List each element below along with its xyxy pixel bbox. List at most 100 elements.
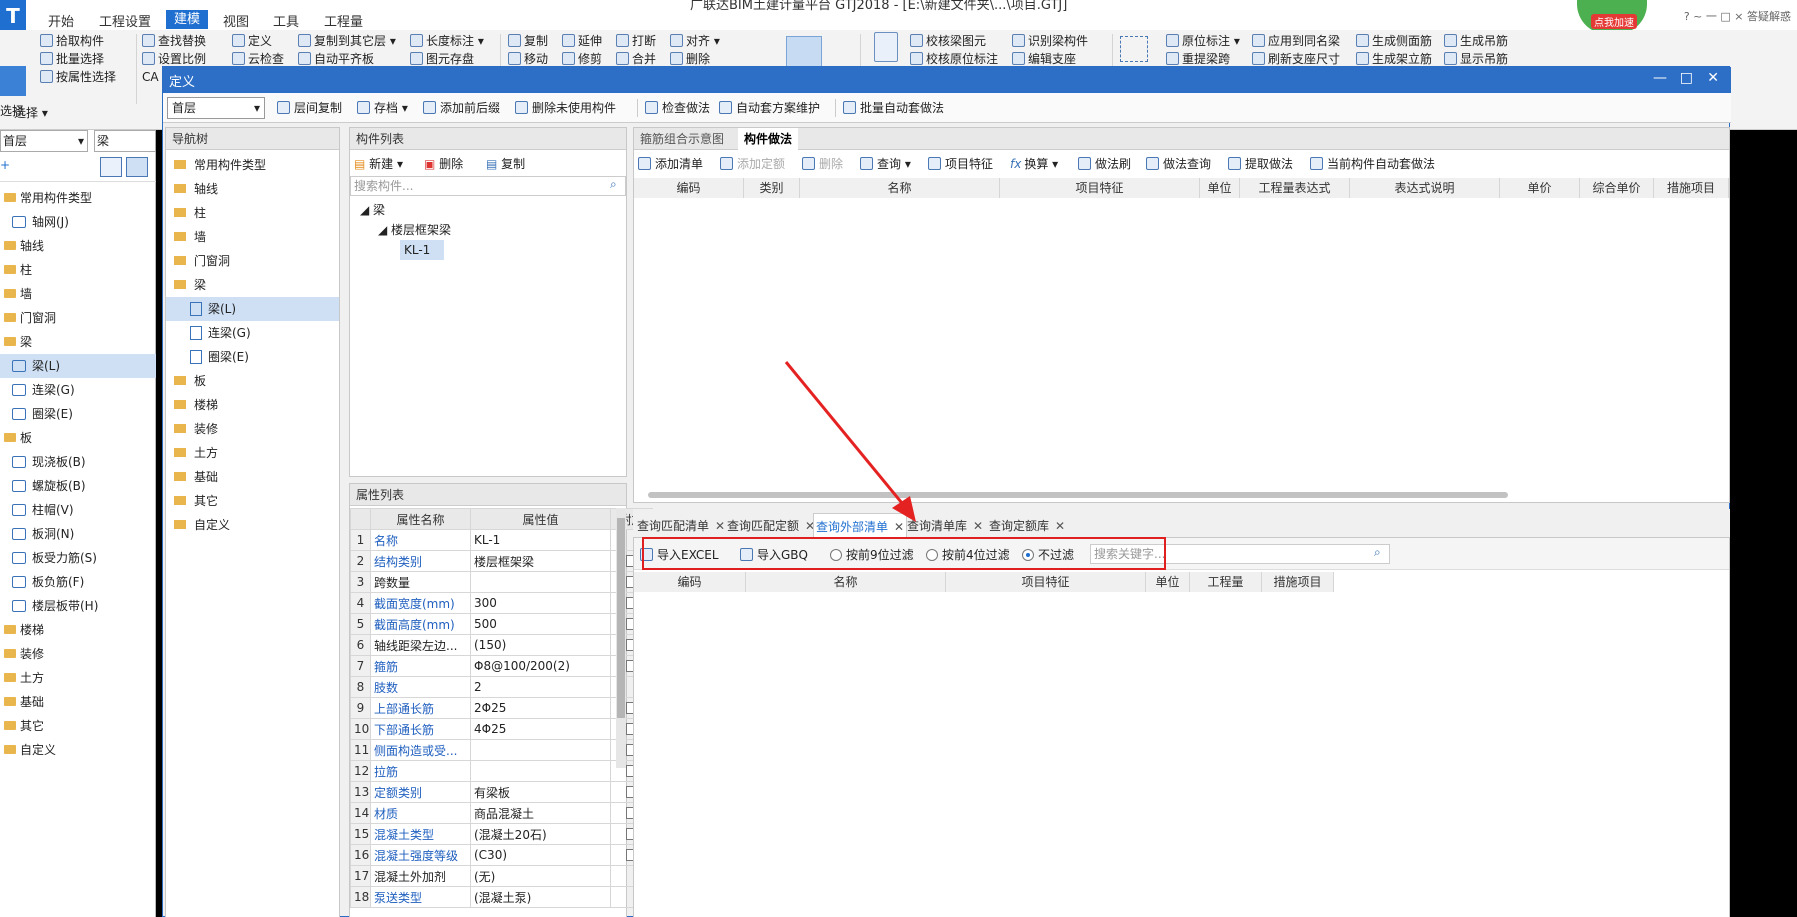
batch-auto-method-button[interactable]: 批量自动套做法 — [843, 99, 944, 117]
select-group-label[interactable]: 选择 ▾ — [14, 104, 48, 122]
auto-scheme-button[interactable]: 自动套方案维护 — [719, 99, 820, 117]
tab-query-match-list[interactable]: 查询匹配清单 ✕ — [635, 513, 727, 537]
left-tree-item[interactable]: 板 — [0, 426, 156, 450]
property-row[interactable]: 4 截面宽度(mm) 300 — [350, 592, 653, 614]
property-value[interactable]: (混凝土泵) — [470, 886, 611, 908]
property-value[interactable]: Φ8@100/200(2) — [470, 655, 611, 677]
left-tree-item[interactable]: 楼梯 — [0, 618, 156, 642]
property-row[interactable]: 15 混凝土类型 (混凝土20石) — [350, 823, 653, 845]
left-tree-item[interactable]: 梁 — [0, 330, 156, 354]
comp-tree-leaf[interactable]: KL-1 — [400, 240, 444, 260]
property-value[interactable]: (混凝土20石) — [470, 823, 611, 845]
in-place-annotation-button[interactable]: 原位标注 ▾ — [1166, 32, 1240, 50]
property-row[interactable]: 8 肢数 2 — [350, 676, 653, 698]
nav-tree-item[interactable]: 常用构件类型 — [166, 153, 339, 177]
property-value[interactable]: 楼层框架梁 — [470, 550, 611, 572]
apply-same-name-button[interactable]: 应用到同名梁 — [1252, 32, 1340, 50]
search-icon[interactable]: ⌕ — [1374, 545, 1381, 560]
grid-view-icon[interactable] — [126, 157, 148, 177]
property-value[interactable]: 300 — [470, 592, 611, 614]
tab-tools[interactable]: 工具 — [273, 11, 299, 30]
tab-component-method[interactable]: 构件做法 — [738, 128, 799, 150]
property-value[interactable] — [470, 571, 611, 593]
property-value[interactable]: 2Φ25 — [470, 697, 611, 719]
left-tree-item[interactable]: 常用构件类型 — [0, 186, 156, 210]
check-beam-button[interactable]: 校核梁图元 — [910, 32, 998, 50]
grid-icon-area[interactable] — [1120, 36, 1148, 62]
property-row[interactable]: 11 侧面构造或受... — [350, 739, 653, 761]
delete-component-button[interactable]: ▣ 删除 — [424, 154, 463, 174]
property-row[interactable]: 16 混凝土强度等级 (C30) — [350, 844, 653, 866]
property-value[interactable]: 商品混凝土 — [470, 802, 611, 824]
type-select[interactable]: 梁 — [94, 130, 156, 152]
left-tree-item[interactable]: 墙 — [0, 282, 156, 306]
left-tree-item[interactable]: 现浇板(B) — [0, 450, 156, 474]
property-row[interactable]: 14 材质 商品混凝土 — [350, 802, 653, 824]
filter-icon-area[interactable] — [874, 32, 898, 62]
tab-stirrup-diagram[interactable]: 箍筋组合示意图 — [634, 128, 730, 150]
nav-tree-item[interactable]: 柱 — [166, 201, 339, 225]
tab-view[interactable]: 视图 — [223, 11, 249, 30]
nav-tree-item[interactable]: 梁(L) — [166, 297, 339, 321]
delete-method-button[interactable]: 删除 — [802, 155, 843, 173]
new-component-button[interactable]: ▤ 新建 ▾ — [354, 154, 403, 174]
dialog-floor-select[interactable]: 首层 ▾ — [167, 97, 265, 119]
define-button[interactable]: 定义 — [232, 32, 284, 50]
extract-method-button[interactable]: 提取做法 — [1228, 155, 1293, 173]
left-tree-item[interactable]: 基础 — [0, 690, 156, 714]
tab-start[interactable]: 开始 — [48, 11, 74, 30]
property-value[interactable]: 有梁板 — [470, 781, 611, 803]
property-scrollbar[interactable] — [616, 508, 626, 768]
search-icon[interactable]: ⌕ — [610, 177, 617, 192]
left-tree-item[interactable]: 连梁(G) — [0, 378, 156, 402]
left-tree-item[interactable]: 板洞(N) — [0, 522, 156, 546]
align-button[interactable]: 对齐 ▾ — [670, 32, 720, 50]
copy-component-button[interactable]: ▤ 复制 — [486, 154, 525, 174]
nav-tree-item[interactable]: 板 — [166, 369, 339, 393]
property-row[interactable]: 6 轴线距梁左边... (150) — [350, 634, 653, 656]
property-row[interactable]: 17 混凝土外加剂 (无) — [350, 865, 653, 887]
list-view-icon[interactable] — [100, 157, 122, 177]
convert-button[interactable]: fx 换算 ▾ — [1010, 155, 1058, 173]
add-prefix-suffix-button[interactable]: 添加前后缀 — [423, 99, 500, 117]
nav-tree-item[interactable]: 连梁(G) — [166, 321, 339, 345]
length-dimension-button[interactable]: 长度标注 ▾ — [410, 32, 484, 50]
pick-component-button[interactable]: 拾取构件 — [40, 32, 116, 50]
auto-apply-current-button[interactable]: 当前构件自动套做法 — [1310, 155, 1435, 173]
add-icon[interactable]: + — [0, 158, 10, 172]
nav-tree-item[interactable]: 梁 — [166, 273, 339, 297]
extend-button[interactable]: 延伸 — [562, 32, 602, 50]
floor-select[interactable]: 首层 ▾ — [0, 130, 88, 152]
tab-modeling[interactable]: 建模 — [166, 10, 209, 29]
method-query-button[interactable]: 做法查询 — [1146, 155, 1211, 173]
left-tree-item[interactable]: 土方 — [0, 666, 156, 690]
method-brush-button[interactable]: 做法刷 — [1078, 155, 1131, 173]
property-value[interactable]: 4Φ25 — [470, 718, 611, 740]
left-tree-item[interactable]: 门窗洞 — [0, 306, 156, 330]
tab-quantities[interactable]: 工程量 — [324, 11, 363, 30]
nav-tree-item[interactable]: 基础 — [166, 465, 339, 489]
property-row[interactable]: 12 拉筋 — [350, 760, 653, 782]
item-feature-button[interactable]: 项目特征 — [928, 155, 993, 173]
left-tree-item[interactable]: 圈梁(E) — [0, 402, 156, 426]
left-tree-item[interactable]: 螺旋板(B) — [0, 474, 156, 498]
property-value[interactable]: (无) — [470, 865, 611, 887]
nav-tree-item[interactable]: 楼梯 — [166, 393, 339, 417]
nav-tree-item[interactable]: 其它 — [166, 489, 339, 513]
left-tree-item[interactable]: 板受力筋(S) — [0, 546, 156, 570]
property-row[interactable]: 7 箍筋 Φ8@100/200(2) — [350, 655, 653, 677]
mascot-icon[interactable]: 点我加速 — [1577, 0, 1647, 34]
gen-side-bar-button[interactable]: 生成侧面筋 — [1356, 32, 1432, 50]
gen-hanger-button[interactable]: 生成吊筋 — [1444, 32, 1508, 50]
break-button[interactable]: 打断 — [616, 32, 656, 50]
nav-tree-item[interactable]: 装修 — [166, 417, 339, 441]
minimize-button[interactable]: — — [1653, 70, 1667, 86]
query-button[interactable]: 查询 ▾ — [860, 155, 911, 173]
copy-to-floor-button[interactable]: 复制到其它层 ▾ — [298, 32, 396, 50]
tab-query-quota-library[interactable]: 查询定额库 ✕ — [987, 513, 1067, 537]
add-list-button[interactable]: 添加清单 — [638, 155, 703, 173]
left-tree-item[interactable]: 其它 — [0, 714, 156, 738]
property-row[interactable]: 1 名称 KL-1 — [350, 529, 653, 551]
property-row[interactable]: 10 下部通长筋 4Φ25 — [350, 718, 653, 740]
left-tree-item[interactable]: 柱帽(V) — [0, 498, 156, 522]
